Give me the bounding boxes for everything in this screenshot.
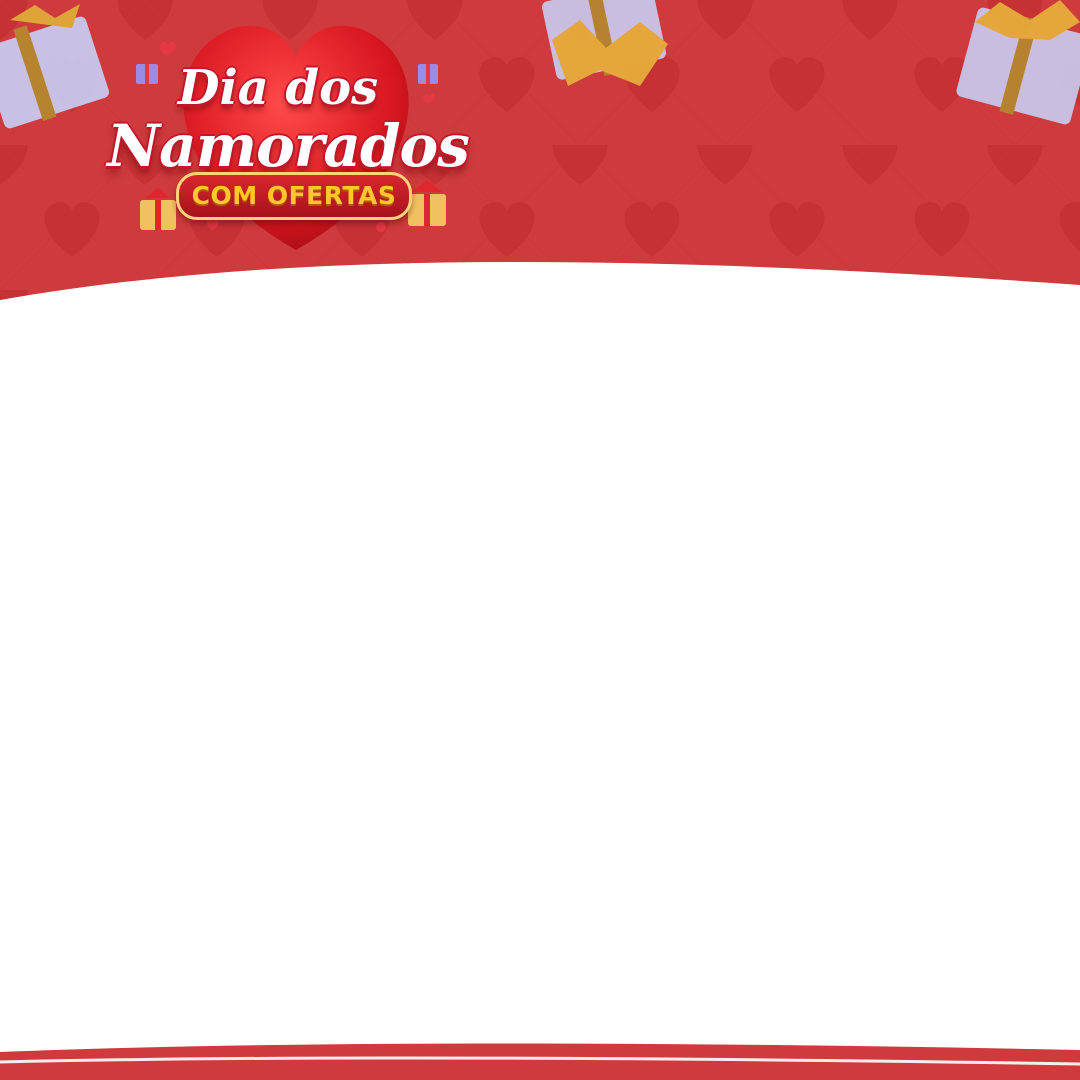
title-line-1: Dia dos <box>177 60 379 116</box>
content-area <box>0 300 1080 1040</box>
offers-badge-text: COM OFERTAS <box>191 181 397 210</box>
title-line-2: Namorados <box>107 112 470 180</box>
promo-frame: Dia dos Namorados COM OFERTAS <box>0 0 1080 1080</box>
dia-dos-namorados-logo: Dia dos Namorados COM OFERTAS <box>96 12 486 257</box>
offers-badge: COM OFERTAS <box>176 172 412 220</box>
